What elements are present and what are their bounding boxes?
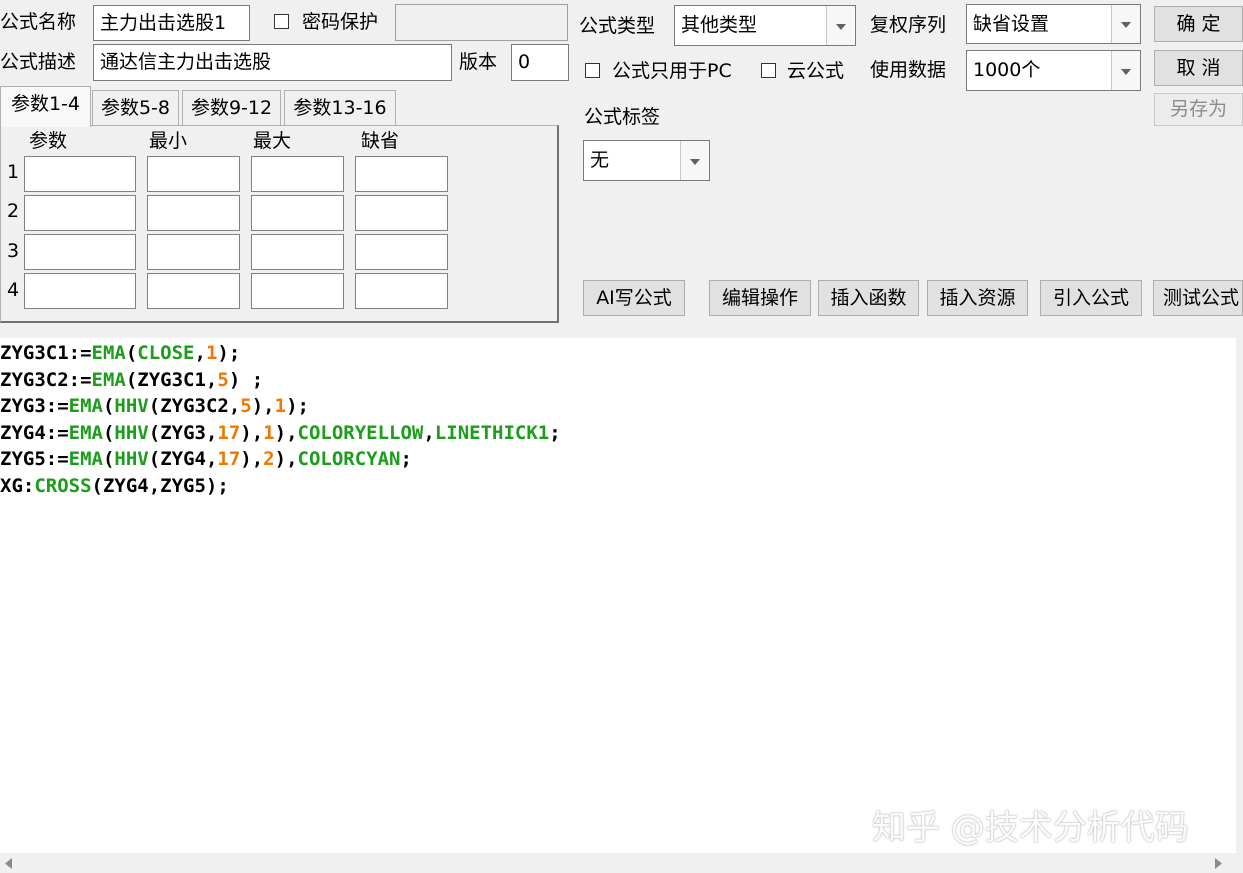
formula-tag-label: 公式标签 xyxy=(584,106,661,128)
param-min-cell[interactable] xyxy=(147,234,240,270)
formula-type-label: 公式类型 xyxy=(579,15,656,37)
chevron-down-icon[interactable] xyxy=(826,6,855,45)
param-default-cell[interactable] xyxy=(355,156,448,192)
use-data-label: 使用数据 xyxy=(870,59,947,81)
params-panel: 参数 最小 最大 缺省 1 2 3 4 xyxy=(0,125,559,323)
tab-params-9-12[interactable]: 参数9-12 xyxy=(182,90,281,126)
chevron-down-icon[interactable] xyxy=(1111,51,1140,90)
scroll-right-icon[interactable] xyxy=(1215,858,1223,869)
code-editor[interactable]: ZYG3C1:=EMA(CLOSE,1); ZYG3C2:=EMA(ZYG3C1… xyxy=(0,338,1236,853)
col-header-max: 最大 xyxy=(253,130,292,152)
param-max-cell[interactable] xyxy=(251,234,344,270)
param-default-cell[interactable] xyxy=(355,195,448,231)
param-max-cell[interactable] xyxy=(251,156,344,192)
password-input[interactable] xyxy=(395,4,568,41)
col-header-min: 最小 xyxy=(149,130,188,152)
cloud-checkbox[interactable] xyxy=(761,63,776,78)
watermark: 知乎 @技术分析代码 xyxy=(872,808,1189,848)
test-formula-button[interactable]: 测试公式 xyxy=(1153,280,1243,316)
password-label: 密码保护 xyxy=(302,11,379,33)
param-min-cell[interactable] xyxy=(147,195,240,231)
param-name-cell[interactable] xyxy=(24,273,136,309)
edit-ops-button[interactable]: 编辑操作 xyxy=(709,280,811,316)
pc-only-label: 公式只用于PC xyxy=(612,60,732,82)
formula-tag-select[interactable]: 无 xyxy=(583,140,710,181)
chevron-down-icon[interactable] xyxy=(1111,5,1140,43)
version-label: 版本 xyxy=(459,51,498,73)
param-max-cell[interactable] xyxy=(251,195,344,231)
param-default-cell[interactable] xyxy=(355,234,448,270)
save-as-button[interactable]: 另存为 xyxy=(1154,93,1243,126)
pc-only-checkbox[interactable] xyxy=(585,63,600,78)
insert-function-button[interactable]: 插入函数 xyxy=(818,280,919,316)
cancel-button[interactable]: 取 消 xyxy=(1154,50,1243,86)
rights-seq-value: 缺省设置 xyxy=(973,13,1050,35)
formula-tag-value: 无 xyxy=(590,149,610,171)
rights-seq-select[interactable]: 缺省设置 xyxy=(966,4,1141,44)
cloud-label: 云公式 xyxy=(787,60,845,82)
scroll-left-icon[interactable] xyxy=(5,858,13,869)
use-data-select[interactable]: 1000个 xyxy=(966,50,1141,91)
tab-params-1-4[interactable]: 参数1-4 xyxy=(0,86,91,127)
formula-type-value: 其他类型 xyxy=(681,14,758,36)
vertical-scrollbar[interactable] xyxy=(1236,330,1243,853)
row-index: 4 xyxy=(7,279,20,301)
param-name-cell[interactable] xyxy=(24,156,136,192)
use-data-value: 1000个 xyxy=(973,59,1041,81)
param-name-cell[interactable] xyxy=(24,234,136,270)
password-checkbox[interactable] xyxy=(274,14,289,29)
insert-resource-button[interactable]: 插入资源 xyxy=(927,280,1028,316)
tab-params-5-8[interactable]: 参数5-8 xyxy=(92,90,179,126)
horizontal-scrollbar[interactable] xyxy=(0,853,1243,873)
row-index: 2 xyxy=(7,200,20,222)
col-header-param: 参数 xyxy=(29,130,68,152)
row-index: 3 xyxy=(7,240,20,262)
row-index: 1 xyxy=(7,161,20,183)
formula-name-label: 公式名称 xyxy=(0,11,77,33)
ok-button[interactable]: 确 定 xyxy=(1154,6,1243,42)
param-name-cell[interactable] xyxy=(24,195,136,231)
param-min-cell[interactable] xyxy=(147,273,240,309)
param-min-cell[interactable] xyxy=(147,156,240,192)
formula-type-select[interactable]: 其他类型 xyxy=(674,5,856,46)
tab-params-13-16[interactable]: 参数13-16 xyxy=(284,90,396,126)
import-formula-button[interactable]: 引入公式 xyxy=(1040,280,1142,316)
version-input[interactable]: 0 xyxy=(511,44,569,81)
formula-desc-label: 公式描述 xyxy=(0,51,77,73)
formula-desc-input[interactable]: 通达信主力出击选股 xyxy=(93,44,452,81)
ai-write-button[interactable]: AI写公式 xyxy=(583,280,685,316)
param-max-cell[interactable] xyxy=(251,273,344,309)
formula-name-input[interactable]: 主力出击选股1 xyxy=(93,5,250,41)
chevron-down-icon[interactable] xyxy=(680,141,709,180)
col-header-default: 缺省 xyxy=(361,130,400,152)
code-text[interactable]: ZYG3C1:=EMA(CLOSE,1); ZYG3C2:=EMA(ZYG3C1… xyxy=(0,340,561,499)
rights-seq-label: 复权序列 xyxy=(870,14,947,36)
param-default-cell[interactable] xyxy=(355,273,448,309)
